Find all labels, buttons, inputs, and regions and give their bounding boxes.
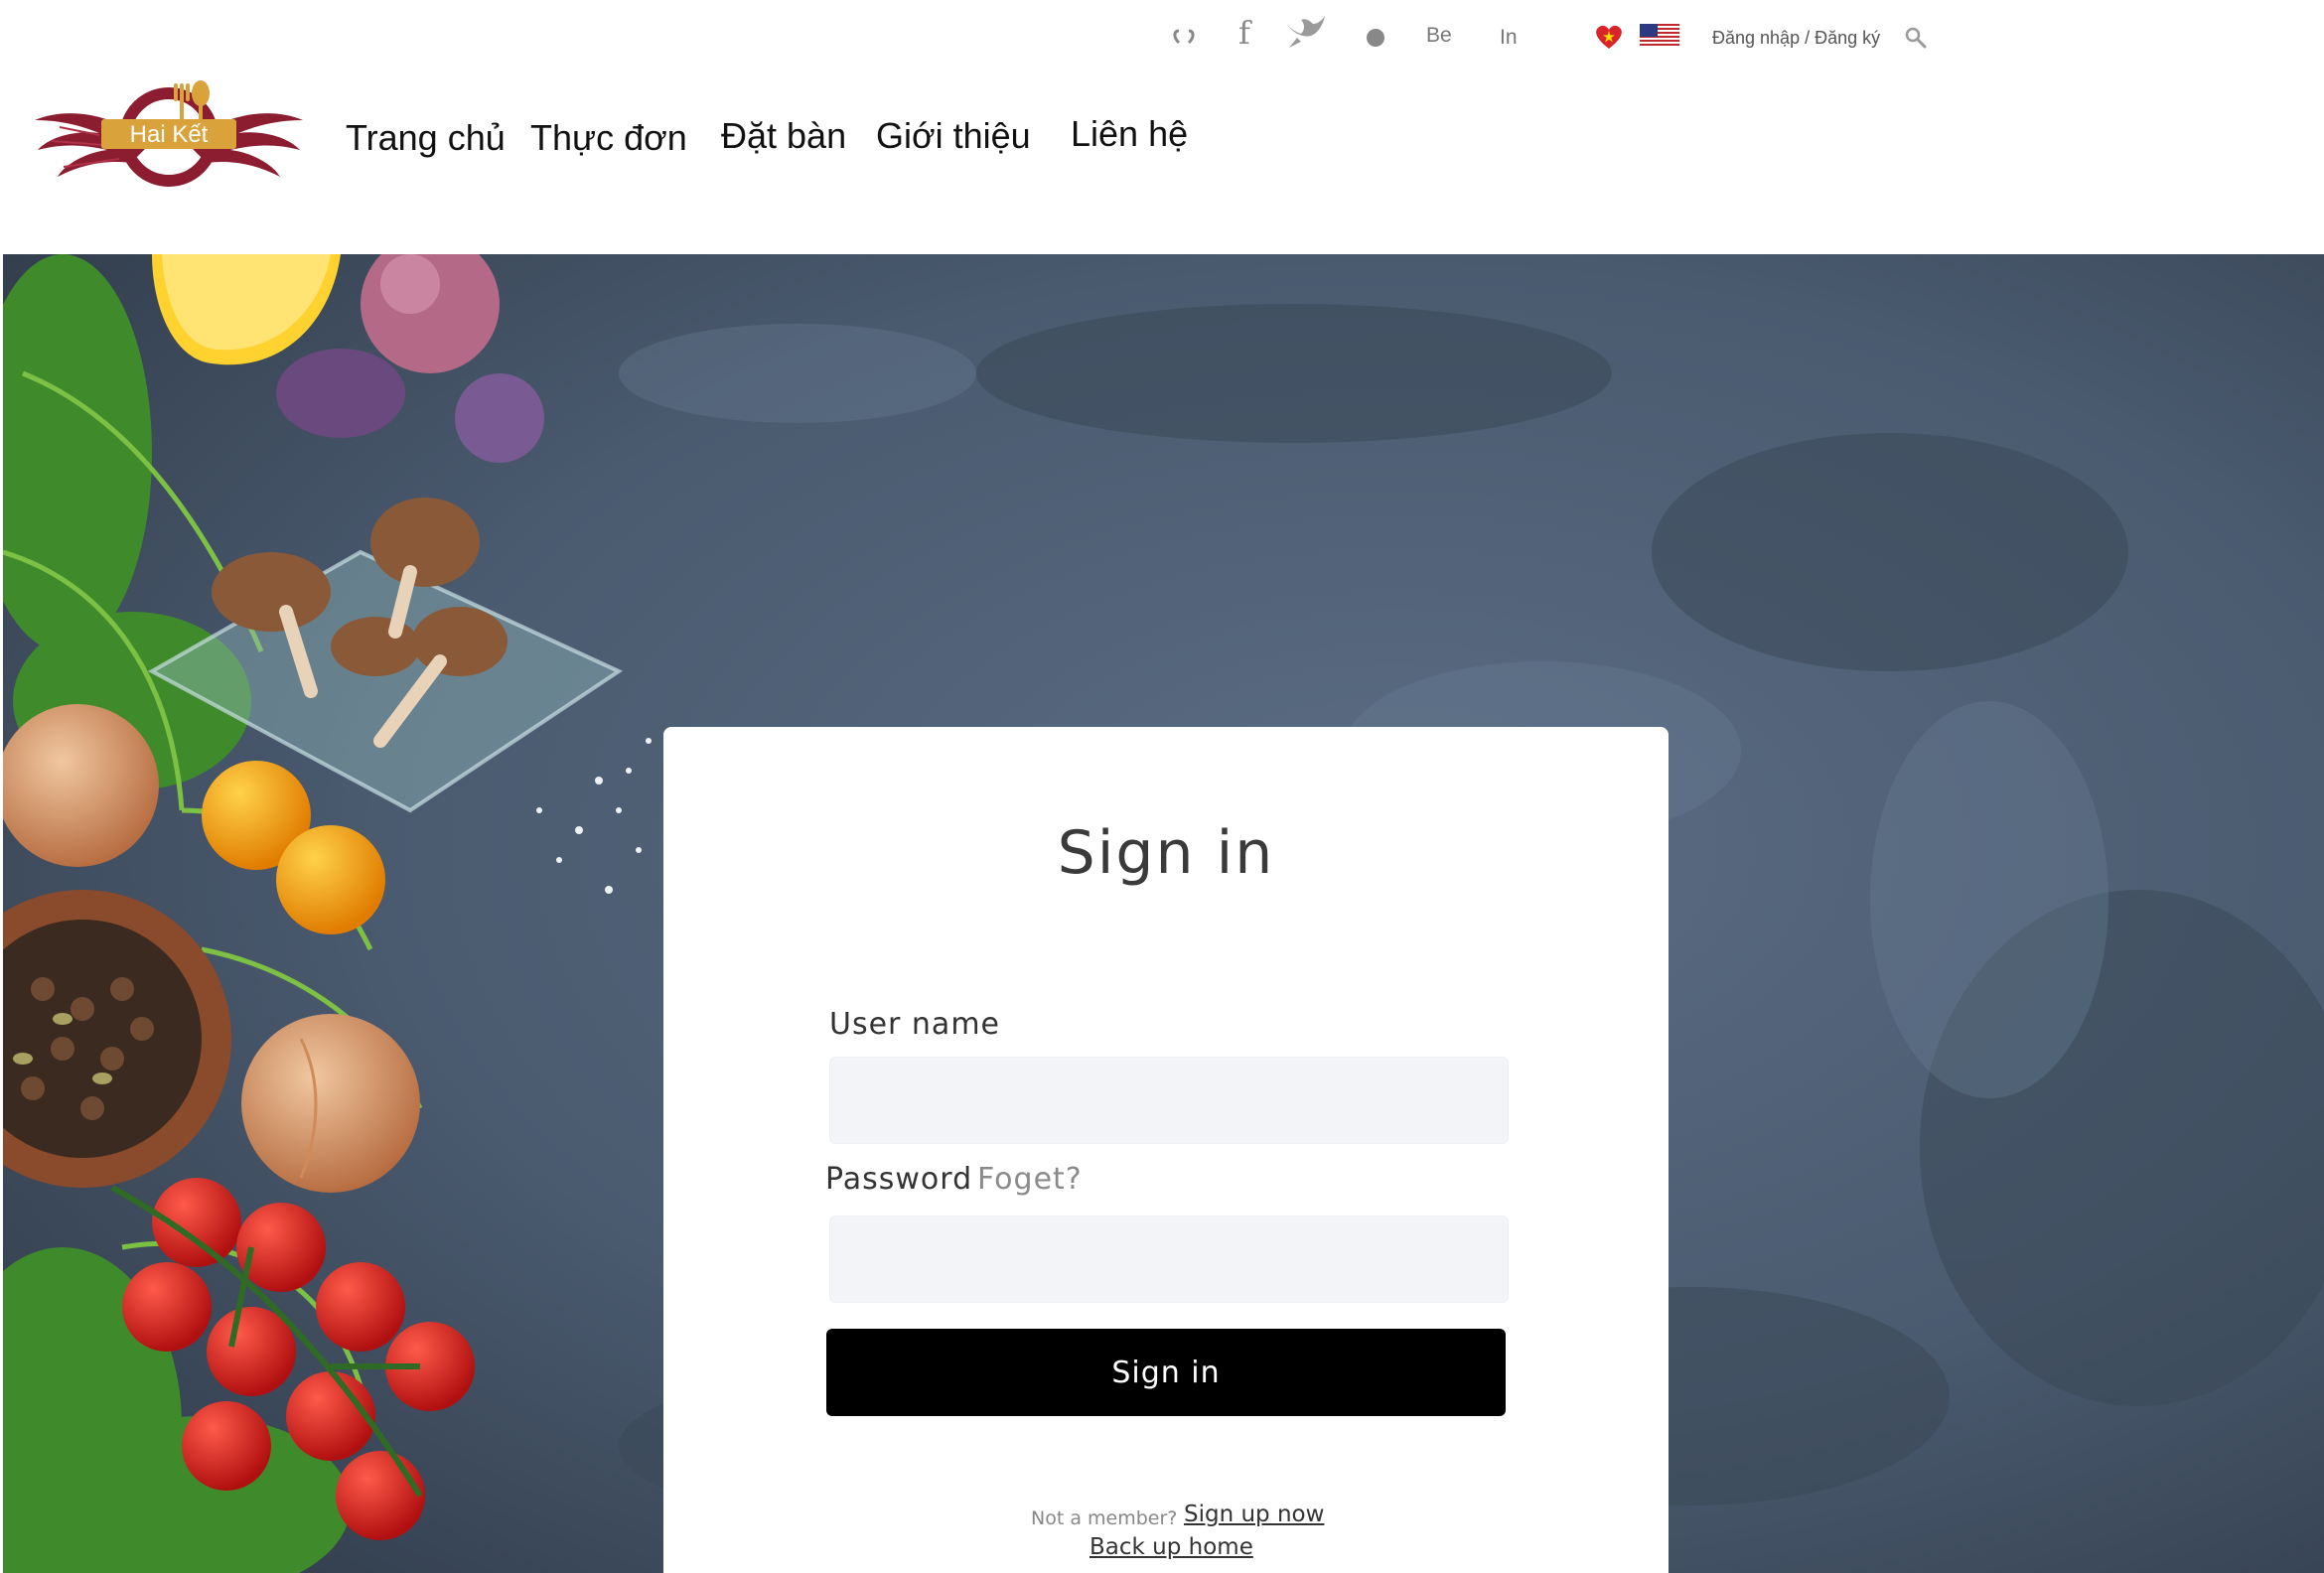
nav-item-home[interactable]: Trang chủ <box>346 117 506 159</box>
signup-link[interactable]: Sign up now <box>1184 1502 1324 1527</box>
search-icon[interactable] <box>1904 26 1928 50</box>
top-bar: f Be In Đăng nhập / Đăng ký <box>0 0 2324 79</box>
not-member-text: Not a member? <box>1031 1507 1178 1529</box>
back-home-link[interactable]: Back up home <box>1089 1534 1253 1560</box>
nav-item-contact[interactable]: Liên hệ <box>1071 113 1188 155</box>
forgot-password-link[interactable]: Foget? <box>977 1162 1083 1197</box>
password-input[interactable] <box>829 1216 1509 1303</box>
us-flag-icon[interactable] <box>1640 24 1679 48</box>
site-header: Hai Kết Trang chủ Thực đơn Đặt bàn Giới … <box>0 0 2324 254</box>
username-label: User name <box>829 1007 1000 1042</box>
facebook-icon[interactable]: f <box>1238 14 1250 52</box>
nav-item-about[interactable]: Giới thiệu <box>876 115 1031 157</box>
twitter-icon[interactable] <box>1283 14 1327 52</box>
username-input[interactable] <box>829 1057 1509 1144</box>
signin-button[interactable]: Sign in <box>826 1329 1506 1416</box>
signin-title: Sign in <box>1057 818 1275 888</box>
signin-card: Sign in User name Password Foget? Sign i… <box>663 727 1669 1573</box>
password-label: Password <box>825 1162 973 1197</box>
linkedin-icon[interactable]: In <box>1500 26 1518 50</box>
nav-item-reservation[interactable]: Đặt bàn <box>721 115 846 157</box>
hero-section: Sign in User name Password Foget? Sign i… <box>3 254 2324 1573</box>
nav-item-menu[interactable]: Thực đơn <box>530 117 687 159</box>
flickr-icon[interactable] <box>1170 28 1198 46</box>
vietnam-flag-icon[interactable] <box>1594 24 1624 50</box>
login-register-link[interactable]: Đăng nhập / Đăng ký <box>1712 28 1880 49</box>
behance-icon[interactable]: Be <box>1426 24 1452 48</box>
dribbble-icon[interactable] <box>1366 28 1385 48</box>
